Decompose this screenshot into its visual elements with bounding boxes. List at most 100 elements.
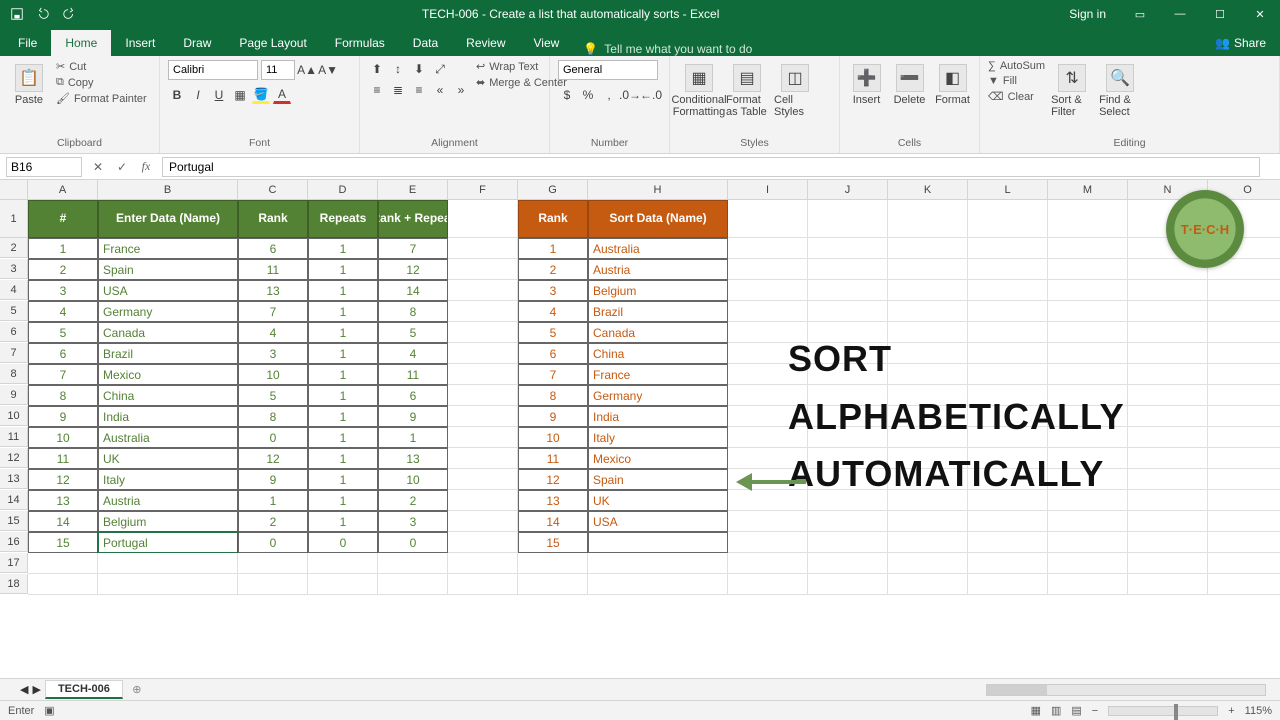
row-header[interactable]: 16 [0,532,28,552]
cell[interactable] [1208,511,1280,532]
horizontal-scrollbar[interactable] [151,684,1280,696]
comma-icon[interactable]: , [600,86,618,104]
cell[interactable] [888,301,968,322]
cell[interactable] [968,200,1048,238]
cell[interactable] [808,532,888,553]
cell[interactable]: 8 [238,406,308,427]
undo-icon[interactable] [34,5,52,23]
format-cells-button[interactable]: ◧Format [934,60,971,137]
column-header[interactable]: G [518,180,588,200]
cell[interactable] [728,200,808,238]
cell[interactable] [448,511,518,532]
cell[interactable] [1128,406,1208,427]
row-header[interactable]: 14 [0,490,28,510]
row-header[interactable]: 15 [0,511,28,531]
cell[interactable] [448,553,518,574]
cell[interactable]: 1 [308,259,378,280]
cell[interactable]: China [98,385,238,406]
cell[interactable] [808,574,888,595]
cell[interactable] [728,280,808,301]
font-name-input[interactable] [168,60,258,80]
column-header[interactable]: K [888,180,968,200]
formula-input[interactable] [162,157,1260,177]
column-header[interactable]: F [448,180,518,200]
cell[interactable]: Enter Data (Name) [98,200,238,238]
cell[interactable] [1208,490,1280,511]
borders-icon[interactable]: ▦ [231,86,249,104]
cell[interactable]: 7 [378,238,448,259]
cell[interactable] [448,238,518,259]
cell[interactable] [588,574,728,595]
cell[interactable] [518,553,588,574]
row-header[interactable]: 6 [0,322,28,342]
cell-styles-button[interactable]: ◫Cell Styles [774,60,816,137]
cell[interactable] [1128,364,1208,385]
cell[interactable] [448,301,518,322]
cell[interactable]: 1 [308,364,378,385]
grow-font-icon[interactable]: A▲ [298,61,316,79]
cell[interactable] [1128,490,1208,511]
cell[interactable] [728,301,808,322]
cell[interactable]: 6 [28,343,98,364]
cell[interactable]: 15 [28,532,98,553]
cell[interactable]: 14 [28,511,98,532]
cell[interactable]: 9 [238,469,308,490]
cell[interactable]: Mexico [588,448,728,469]
signin-link[interactable]: Sign in [1055,7,1120,21]
cell[interactable]: 5 [28,322,98,343]
align-center-icon[interactable]: ≣ [389,81,407,99]
row-header[interactable]: 2 [0,238,28,258]
cell[interactable]: Brazil [588,301,728,322]
cell[interactable]: Italy [588,427,728,448]
macro-record-icon[interactable]: ▣ [44,704,54,717]
cell[interactable]: 1 [308,238,378,259]
cell[interactable] [448,385,518,406]
cell[interactable] [588,553,728,574]
cell[interactable]: 9 [28,406,98,427]
row-header[interactable]: 4 [0,280,28,300]
cell[interactable]: 2 [518,259,588,280]
close-button[interactable]: ✕ [1240,0,1280,28]
cell[interactable]: India [98,406,238,427]
cell[interactable]: 4 [28,301,98,322]
currency-icon[interactable]: $ [558,86,576,104]
align-top-icon[interactable]: ⬆ [368,60,386,78]
row-header[interactable]: 17 [0,553,28,573]
cell[interactable] [1208,469,1280,490]
cell[interactable] [1208,448,1280,469]
cell[interactable]: 1 [28,238,98,259]
column-header[interactable]: B [98,180,238,200]
cell[interactable]: 4 [378,343,448,364]
row-header[interactable]: 8 [0,364,28,384]
number-format-select[interactable] [558,60,658,80]
cell[interactable]: USA [98,280,238,301]
cell[interactable]: 8 [518,385,588,406]
cell[interactable] [968,574,1048,595]
cell[interactable]: 3 [28,280,98,301]
cell[interactable] [888,280,968,301]
align-middle-icon[interactable]: ↕ [389,60,407,78]
select-all-corner[interactable] [0,180,28,200]
cell[interactable] [1128,301,1208,322]
cell[interactable] [1128,280,1208,301]
cell[interactable] [888,511,968,532]
cell[interactable] [1208,385,1280,406]
cell[interactable] [968,238,1048,259]
column-header[interactable]: A [28,180,98,200]
cell[interactable] [98,574,238,595]
cell[interactable]: 1 [378,427,448,448]
cell[interactable]: Canada [98,322,238,343]
find-select-button[interactable]: 🔍Find & Select [1099,60,1141,137]
cell[interactable] [378,553,448,574]
cell[interactable] [1208,427,1280,448]
cell[interactable]: Austria [588,259,728,280]
orientation-icon[interactable]: ⤢ [431,60,449,78]
cell[interactable] [808,280,888,301]
cell[interactable] [448,469,518,490]
cell[interactable]: 1 [308,301,378,322]
cell[interactable]: Germany [98,301,238,322]
cell[interactable]: 13 [378,448,448,469]
column-header[interactable]: E [378,180,448,200]
cell[interactable] [808,259,888,280]
add-sheet-button[interactable]: ⊕ [127,683,147,696]
